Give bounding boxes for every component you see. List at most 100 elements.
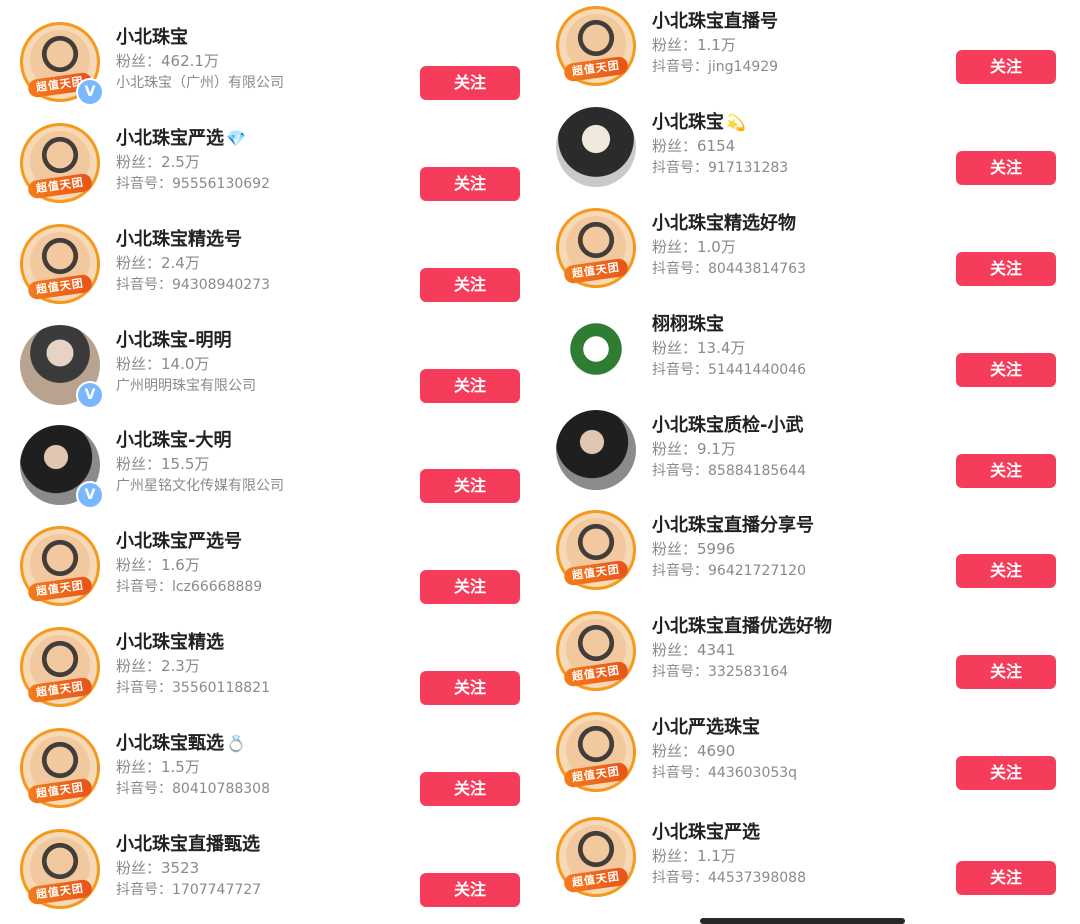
avatar[interactable]: 超值天团 [20, 526, 100, 606]
account-name-text: 小北珠宝 [652, 112, 724, 133]
avatar[interactable]: 超值天团 [20, 829, 100, 909]
avatar[interactable]: 超值天团 [556, 817, 636, 897]
fans-count: 粉丝：15.5万 [116, 455, 210, 473]
avatar[interactable]: 超值天团 [556, 6, 636, 86]
list-item[interactable]: 超值天团 小北珠宝精选好物 粉丝：1.0万 抖音号：80443814763 关注 [540, 208, 1080, 308]
avatar[interactable]: 超值天团 [20, 728, 100, 808]
account-name: 小北珠宝直播优选好物 [652, 616, 832, 637]
avatar[interactable]: 超值天团 [20, 224, 100, 304]
avatar[interactable]: 超值天团 [556, 712, 636, 792]
account-name: 栩栩珠宝 [652, 314, 724, 335]
account-info: 小北珠宝直播甄选 粉丝：3523 抖音号：1707747727 [116, 829, 416, 901]
follow-button[interactable]: 关注 [956, 454, 1056, 488]
account-info: 小北珠宝质检-小武 粉丝：9.1万 抖音号：85884185644 [652, 410, 952, 482]
account-name: 小北珠宝直播分享号 [652, 515, 814, 536]
account-subtitle: 抖音号：44537398088 [652, 870, 806, 886]
account-name: 小北珠宝直播号 [652, 11, 778, 32]
avatar[interactable] [556, 410, 636, 490]
account-name: 小北珠宝精选号 [116, 229, 242, 250]
list-item[interactable]: 超值天团 小北珠宝精选 粉丝：2.3万 抖音号：35560118821 关注 [0, 627, 540, 727]
account-subtitle: 抖音号：332583164 [652, 664, 789, 680]
account-name: 小北珠宝甄选 💍 [116, 732, 416, 756]
fans-count: 粉丝：2.4万 [116, 254, 200, 272]
follow-button[interactable]: 关注 [420, 167, 520, 201]
list-item[interactable]: 栩栩珠宝 粉丝：13.4万 抖音号：51441440046 关注 [540, 309, 1080, 409]
follow-button[interactable]: 关注 [956, 151, 1056, 185]
account-name: 小北珠宝直播甄选 [116, 834, 260, 855]
fans-count: 粉丝：2.5万 [116, 153, 200, 171]
follow-button[interactable]: 关注 [420, 268, 520, 302]
avatar[interactable]: 超值天团 [20, 123, 100, 203]
verified-icon: V [78, 383, 102, 407]
list-item[interactable]: 超值天团 小北珠宝直播甄选 粉丝：3523 抖音号：1707747727 关注 [0, 829, 540, 924]
list-item[interactable]: 小北珠宝 💫 粉丝：6154 抖音号：917131283 关注 [540, 107, 1080, 207]
follow-button[interactable]: 关注 [420, 369, 520, 403]
avatar[interactable] [556, 107, 636, 187]
avatar[interactable] [556, 309, 636, 389]
follow-button[interactable]: 关注 [956, 861, 1056, 895]
list-item[interactable]: 超值天团 小北珠宝直播分享号 粉丝：5996 抖音号：96421727120 关… [540, 510, 1080, 610]
account-info: 小北珠宝直播分享号 粉丝：5996 抖音号：96421727120 [652, 510, 952, 582]
avatar[interactable]: 超值天团 [556, 510, 636, 590]
account-subtitle: 抖音号：80443814763 [652, 261, 806, 277]
list-item[interactable]: 超值天团 小北珠宝甄选 💍 粉丝：1.5万 抖音号：80410788308 关注 [0, 728, 540, 828]
list-item[interactable]: V 小北珠宝-大明 粉丝：15.5万 广州星铭文化传媒有限公司 关注 [0, 425, 540, 525]
list-item[interactable]: 超值天团 小北珠宝严选 💎 粉丝：2.5万 抖音号：95556130692 关注 [0, 123, 540, 223]
account-name: 小北珠宝质检-小武 [652, 415, 804, 436]
list-item[interactable]: 超值天团 小北珠宝直播优选好物 粉丝：4341 抖音号：332583164 关注 [540, 611, 1080, 711]
verified-icon: V [78, 483, 102, 507]
fans-count: 粉丝：4341 [652, 641, 736, 659]
account-name: 小北珠宝 💫 [652, 111, 952, 135]
follow-button[interactable]: 关注 [956, 756, 1056, 790]
follow-button[interactable]: 关注 [420, 570, 520, 604]
follow-button[interactable]: 关注 [420, 671, 520, 705]
avatar[interactable]: 超值天团 [20, 627, 100, 707]
account-subtitle: 抖音号：917131283 [652, 160, 789, 176]
fans-count: 粉丝：2.3万 [116, 657, 200, 675]
account-info: 小北珠宝精选 粉丝：2.3万 抖音号：35560118821 [116, 627, 416, 699]
avatar[interactable]: 超值天团 [556, 611, 636, 691]
follow-button[interactable]: 关注 [956, 554, 1056, 588]
account-info: 小北珠宝直播优选好物 粉丝：4341 抖音号：332583164 [652, 611, 952, 683]
list-item[interactable]: V 小北珠宝-明明 粉丝：14.0万 广州明明珠宝有限公司 关注 [0, 325, 540, 425]
account-name: 小北珠宝严选 💎 [116, 127, 416, 151]
follow-button[interactable]: 关注 [956, 252, 1056, 286]
avatar[interactable]: 超值天团 [556, 208, 636, 288]
list-item[interactable]: 小北珠宝质检-小武 粉丝：9.1万 抖音号：85884185644 关注 [540, 410, 1080, 510]
account-subtitle: 抖音号：443603053q [652, 765, 798, 781]
list-item[interactable]: 超值天团 小北珠宝直播号 粉丝：1.1万 抖音号：jing14929 关注 [540, 6, 1080, 106]
list-item[interactable]: 超值天团 小北严选珠宝 粉丝：4690 抖音号：443603053q 关注 [540, 712, 1080, 812]
account-info: 小北珠宝直播号 粉丝：1.1万 抖音号：jing14929 [652, 6, 952, 78]
follow-button[interactable]: 关注 [420, 772, 520, 806]
account-info: 小北珠宝严选 粉丝：1.1万 抖音号：44537398088 [652, 817, 952, 889]
follow-button[interactable]: 关注 [420, 66, 520, 100]
account-name: 小北珠宝-明明 [116, 330, 232, 351]
account-info: 小北珠宝甄选 💍 粉丝：1.5万 抖音号：80410788308 [116, 728, 416, 800]
verified-icon: V [78, 80, 102, 104]
follow-button[interactable]: 关注 [956, 50, 1056, 84]
list-item[interactable]: 超值天团 小北珠宝精选号 粉丝：2.4万 抖音号：94308940273 关注 [0, 224, 540, 324]
list-item[interactable]: 超值天团 小北珠宝严选号 粉丝：1.6万 抖音号：lcz66668889 关注 [0, 526, 540, 626]
right-list: 超值天团 小北珠宝直播号 粉丝：1.1万 抖音号：jing14929 关注 小北… [540, 0, 1080, 924]
bottom-bar [700, 918, 905, 924]
fans-count: 粉丝：4690 [652, 742, 736, 760]
account-subtitle: 抖音号：jing14929 [652, 59, 779, 75]
account-name-text: 小北珠宝严选 [116, 128, 224, 149]
account-subtitle: 抖音号：lcz66668889 [116, 579, 263, 595]
follow-button[interactable]: 关注 [956, 655, 1056, 689]
follow-button[interactable]: 关注 [420, 469, 520, 503]
fans-count: 粉丝：3523 [116, 859, 200, 877]
fans-count: 粉丝：1.1万 [652, 36, 736, 54]
list-item[interactable]: 超值天团 V 小北珠宝 粉丝：462.1万 小北珠宝（广州）有限公司 关注 [0, 22, 540, 122]
account-name: 小北珠宝精选 [116, 632, 224, 653]
fans-count: 粉丝：14.0万 [116, 355, 210, 373]
follow-button[interactable]: 关注 [956, 353, 1056, 387]
follow-button[interactable]: 关注 [420, 873, 520, 907]
account-subtitle: 抖音号：1707747727 [116, 882, 262, 898]
account-name: 小北珠宝严选号 [116, 531, 242, 552]
account-info: 小北珠宝严选 💎 粉丝：2.5万 抖音号：95556130692 [116, 123, 416, 195]
sparkle-icon: 💫 [726, 113, 746, 132]
list-item[interactable]: 超值天团 小北珠宝严选 粉丝：1.1万 抖音号：44537398088 关注 [540, 817, 1080, 917]
left-list: 超值天团 V 小北珠宝 粉丝：462.1万 小北珠宝（广州）有限公司 关注 超值… [0, 0, 540, 924]
account-subtitle: 抖音号：96421727120 [652, 563, 806, 579]
